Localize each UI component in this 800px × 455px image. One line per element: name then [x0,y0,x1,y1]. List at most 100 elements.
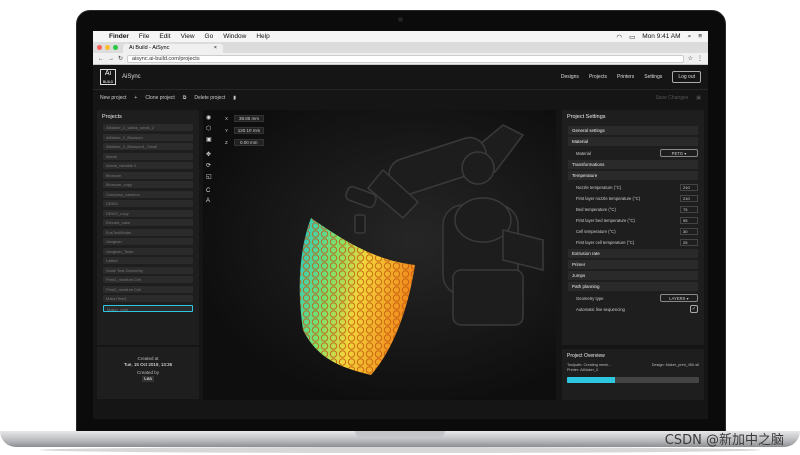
project-list-item[interactable]: Blossom_copy [103,181,193,188]
save-icon: ▣ [696,94,701,101]
auto-seq-row: Automatic line sequencing ✓ [576,305,698,313]
delete-project-button[interactable]: Delete project [194,95,225,101]
search-icon[interactable]: ⌕ [688,33,692,41]
menu-app-name[interactable]: Finder [109,33,129,40]
project-toolbar: New project + Clone project ⧉ Delete pro… [93,90,708,105]
3d-viewport[interactable]: ◉ ⬡ ▣ ✥ ⟳ ◱ C A X 38.85 mm Y 120.10 mm Z 0.… [203,110,556,400]
logout-button[interactable]: Log out [672,71,701,83]
project-list-item[interactable]: Blossom [103,171,193,179]
ai-build-logo[interactable]: Ai BUILD [100,69,116,85]
first-layer-nozzle-field[interactable]: 210 [680,194,698,202]
browser-menu-icon[interactable]: ⋮ [697,55,703,62]
geometry-row: Geometry type LAYERS ▾ [576,293,698,303]
temp-row: First layer nozzle temperature (°C) 210 [576,193,698,203]
browser-tabbar: Ai Build - AiSync × [93,42,708,53]
address-field[interactable]: aisync.ai-build.com/projects [127,54,684,63]
printer-name: Printer: AiMaker_0 [567,368,599,372]
project-overview: Project Overview Toolpath: Creating mesh… [562,349,704,400]
close-window-icon[interactable] [97,45,102,50]
bed-temp-field[interactable]: 75 [680,205,698,213]
geometry-dropdown[interactable]: LAYERS ▾ [660,294,698,302]
project-list-item[interactable]: AiMaker_2_Blossom [103,133,193,141]
nozzle-temp-field[interactable]: 210 [680,183,698,191]
menu-go[interactable]: Go [205,33,214,40]
new-project-button[interactable]: New project [100,95,126,101]
close-tab-icon[interactable]: × [214,45,217,52]
menu-list-icon[interactable]: ≡ [698,33,702,40]
auto-seq-checkbox[interactable]: ✓ [690,305,698,313]
nav-projects[interactable]: Projects [589,74,607,80]
project-list-item[interactable]: DEMO [103,200,193,207]
project-list-item[interactable]: Armat [103,152,193,160]
project-list-item[interactable]: Print1_medium Cell [103,276,193,283]
project-list-item[interactable]: Elevant_case [103,219,193,226]
plus-icon: + [134,94,138,101]
laptop-notch [355,431,445,437]
battery-icon[interactable]: ▭ [629,33,635,41]
first-layer-bed-field[interactable]: 95 [680,216,698,224]
robot-scene [299,124,544,375]
clone-project-button[interactable]: Clone project [145,95,174,101]
project-list-item[interactable]: Maker_print [103,304,193,312]
menu-view[interactable]: View [181,33,195,40]
project-list-item[interactable]: Lattice [103,257,193,264]
projects-list: AiMaker_2_saltos_small_2 AiMaker_2_Blosso… [97,124,199,312]
path-planning-section[interactable]: Path planning [568,282,698,291]
camera [398,17,403,22]
project-list-item[interactable]: Company_bamboo [103,190,193,198]
browser-tab[interactable]: Ai Build - AiSync × [123,44,223,53]
transformations-section[interactable]: Transformations [568,160,698,169]
tab-title: Ai Build - AiSync [129,45,170,51]
reload-icon[interactable]: ↻ [118,55,123,62]
project-list-item[interactable]: AiMaker_2_saltos_small_2 [103,124,193,131]
wifi-icon[interactable]: ◠ [616,33,622,41]
primer-section[interactable]: Primer [568,260,698,269]
bookmark-star-icon[interactable]: ☆ [688,55,693,62]
general-settings-section[interactable]: General settings [568,126,698,135]
project-list-item[interactable]: Vaughan_Tests [103,247,193,255]
project-list-item[interactable]: DEMO_copy [103,209,193,217]
maximize-window-icon[interactable] [113,45,118,50]
progress-bar [567,377,699,383]
menu-help[interactable]: Help [256,33,269,40]
project-list-item[interactable]: Vaughan [103,238,193,245]
first-layer-cell-field[interactable]: 25 [680,238,698,246]
aisync-app: Ai BUILD AiSync Designs Projects Printers… [93,65,708,419]
project-list-item[interactable]: Print2_medium Cell [103,285,193,293]
watermark: CSDN @新加中之脑 [664,433,784,448]
temperature-section[interactable]: Temperature [568,171,698,180]
project-list-item[interactable]: Armat_variable 2 [103,162,193,169]
copy-icon: ⧉ [182,94,187,101]
minimize-window-icon[interactable] [105,45,110,50]
created-by-value: Lea [142,376,154,382]
project-settings-panel: Project Settings General settings Materi… [562,110,704,345]
menu-file[interactable]: File [139,33,149,40]
project-list-item[interactable]: MakerTest1 [103,295,193,302]
save-changes-button[interactable]: Save Changes [655,95,688,101]
printed-mesh-part [299,218,415,375]
laptop: Finder File Edit View Go Window Help ◠ ▭… [0,0,800,455]
temp-row: First layer cell temperature (°C) 25 [576,237,698,247]
forward-icon[interactable]: → [108,56,114,62]
nav-settings[interactable]: Settings [644,74,662,80]
project-list-item[interactable]: EusTestModel [103,228,193,236]
menu-edit[interactable]: Edit [159,33,170,40]
material-dropdown[interactable]: PETG ▾ [660,149,698,157]
extrusion-section[interactable]: Extrusion rate [568,249,698,258]
mac-menubar: Finder File Edit View Go Window Help ◠ ▭… [93,31,708,42]
material-section[interactable]: Material [568,137,698,146]
app-name: AiSync [122,74,141,80]
created-at-value: Tue, 15 Oct 2019, 13:36 [123,362,173,367]
cell-temp-field[interactable]: 30 [680,227,698,235]
nav-printers[interactable]: Printers [617,74,634,80]
back-icon[interactable]: ← [98,56,104,62]
progress-fill [567,377,615,383]
clock[interactable]: Mon 9:41 AM [642,33,680,40]
laptop-shadow [40,447,760,453]
menu-window[interactable]: Window [223,33,246,40]
nav-designs[interactable]: Designs [561,74,579,80]
jumps-section[interactable]: Jumps [568,271,698,280]
project-list-item[interactable]: AiMaker_2_Blossom1_Small [103,143,193,150]
trash-icon: ▮ [233,94,236,101]
project-list-item[interactable]: Scale Test Geometry [103,266,193,274]
